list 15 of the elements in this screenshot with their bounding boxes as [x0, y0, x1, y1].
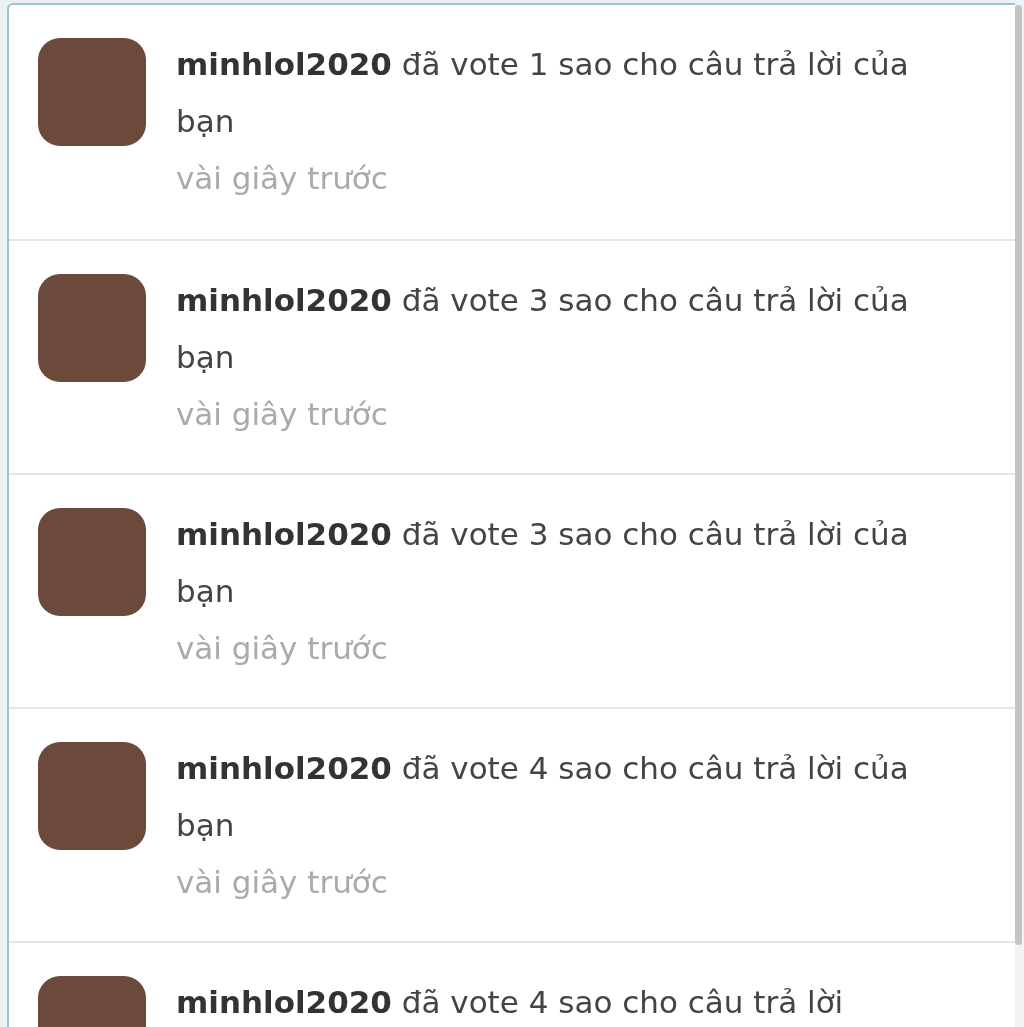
notification-text: minhlol2020 đã vote 4 sao cho câu trả lời của bạn	[176, 749, 910, 845]
notification-text: minhlol2020 đã vote 1 sao cho câu trả lời của bạn	[176, 45, 910, 141]
notification-text: minhlol2020 đã vote 4 sao cho câu trả lời	[176, 983, 845, 1022]
notification-text: minhlol2020 đã vote 3 sao cho câu trả lời của bạn	[176, 515, 910, 611]
notification-item[interactable]: minhlol2020 đã vote 1 sao cho câu trả lời của bạn vài giây trước	[9, 5, 1015, 239]
timestamp: vài giây trước	[176, 863, 389, 902]
notification-item[interactable]: minhlol2020 đã vote 3 sao cho câu trả lời của bạn vài giây trước	[9, 473, 1015, 707]
notification-item[interactable]: minhlol2020 đã vote 3 sao cho câu trả lời của bạn vài giây trước	[9, 239, 1015, 473]
notification-item[interactable]: minhlol2020 đã vote 4 sao cho câu trả lời	[9, 941, 1015, 1027]
notification-item[interactable]: minhlol2020 đã vote 4 sao cho câu trả lời của bạn vài giây trước	[9, 707, 1015, 941]
scrollbar[interactable]	[1015, 3, 1024, 1027]
timestamp: vài giây trước	[176, 629, 389, 668]
timestamp: vài giây trước	[176, 159, 389, 198]
notification-text: minhlol2020 đã vote 3 sao cho câu trả lời của bạn	[176, 281, 910, 377]
timestamp: vài giây trước	[176, 395, 389, 434]
